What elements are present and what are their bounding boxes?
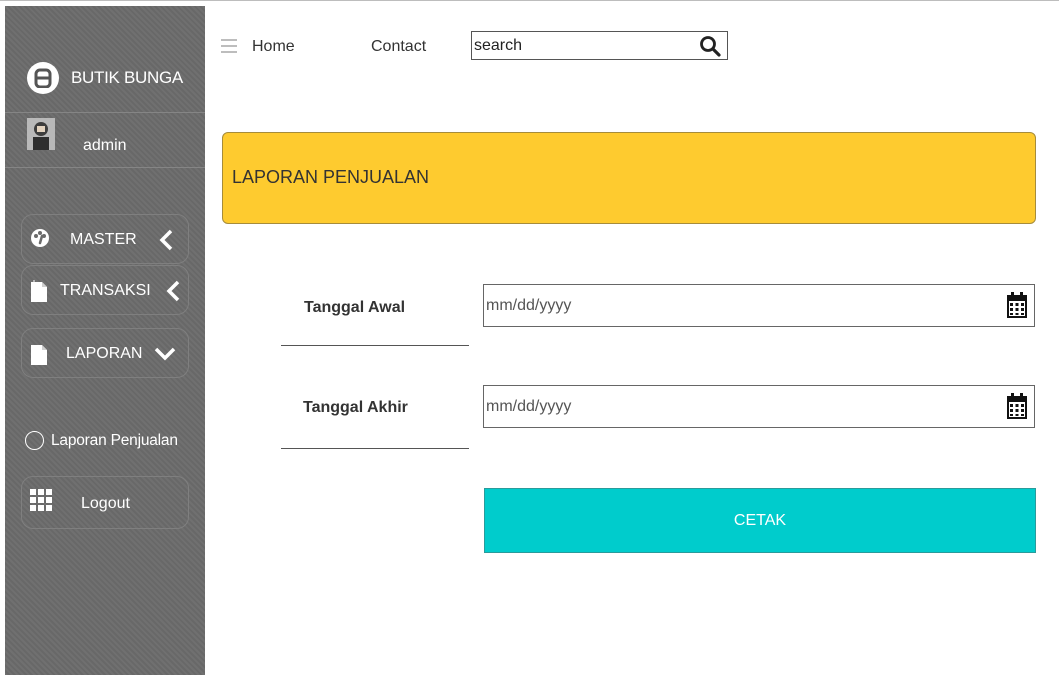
end-date-field	[483, 385, 1035, 428]
sidebar-item-label: MASTER	[70, 231, 137, 248]
chevron-down-icon	[154, 346, 176, 367]
logout-button[interactable]: Logout	[21, 476, 189, 529]
sidebar-user: admin	[5, 113, 205, 168]
user-name: admin	[83, 137, 127, 154]
user-avatar	[27, 118, 55, 150]
chevron-left-icon	[158, 229, 174, 256]
sidebar-item-transaksi[interactable]: TRANSAKSI	[21, 265, 189, 315]
end-date-input[interactable]	[486, 396, 986, 418]
sidebar-brand: BUTIK BUNGA	[5, 6, 205, 113]
chevron-left-icon	[165, 280, 181, 307]
start-date-label: Tanggal Awal	[304, 299, 406, 316]
hamburger-icon[interactable]	[221, 38, 237, 59]
search-input[interactable]	[474, 34, 694, 57]
sidebar-item-label: LAPORAN	[66, 345, 143, 362]
page-header-banner: LAPORAN PENJUALAN	[222, 132, 1036, 224]
top-border	[0, 0, 1059, 1]
sidebar-subitem-laporan-penjualan[interactable]: Laporan Penjualan	[25, 426, 205, 456]
end-date-label: Tanggal Akhir	[303, 399, 408, 416]
cetak-button[interactable]: CETAK	[484, 488, 1036, 553]
radio-circle-icon	[25, 431, 44, 450]
search-box	[471, 31, 728, 60]
nav-contact-link[interactable]: Contact	[371, 38, 426, 56]
sidebar-subitem-label: Laporan Penjualan	[51, 432, 178, 449]
sidebar: BUTIK BUNGA admin MASTER TRANSAKSI LAPOR…	[5, 6, 205, 675]
calendar-icon[interactable]	[1007, 292, 1027, 323]
brand-logo-icon	[27, 62, 59, 94]
document-icon	[30, 279, 50, 308]
grid-icon	[30, 489, 52, 516]
sidebar-item-label: TRANSAKSI	[60, 282, 151, 299]
sidebar-item-laporan[interactable]: LAPORAN	[21, 328, 189, 378]
nav-home-link[interactable]: Home	[252, 38, 295, 56]
document-icon	[30, 342, 50, 371]
page-title: LAPORAN PENJUALAN	[232, 167, 430, 187]
end-date-divider	[281, 448, 469, 449]
start-date-field	[483, 284, 1035, 327]
calendar-icon[interactable]	[1007, 393, 1027, 424]
start-date-input[interactable]	[486, 295, 986, 317]
search-icon[interactable]	[699, 35, 721, 62]
sidebar-item-master[interactable]: MASTER	[21, 214, 189, 264]
dashboard-icon	[30, 228, 50, 253]
logout-label: Logout	[81, 495, 130, 512]
brand-name: BUTIK BUNGA	[71, 68, 183, 87]
start-date-divider	[281, 345, 469, 346]
